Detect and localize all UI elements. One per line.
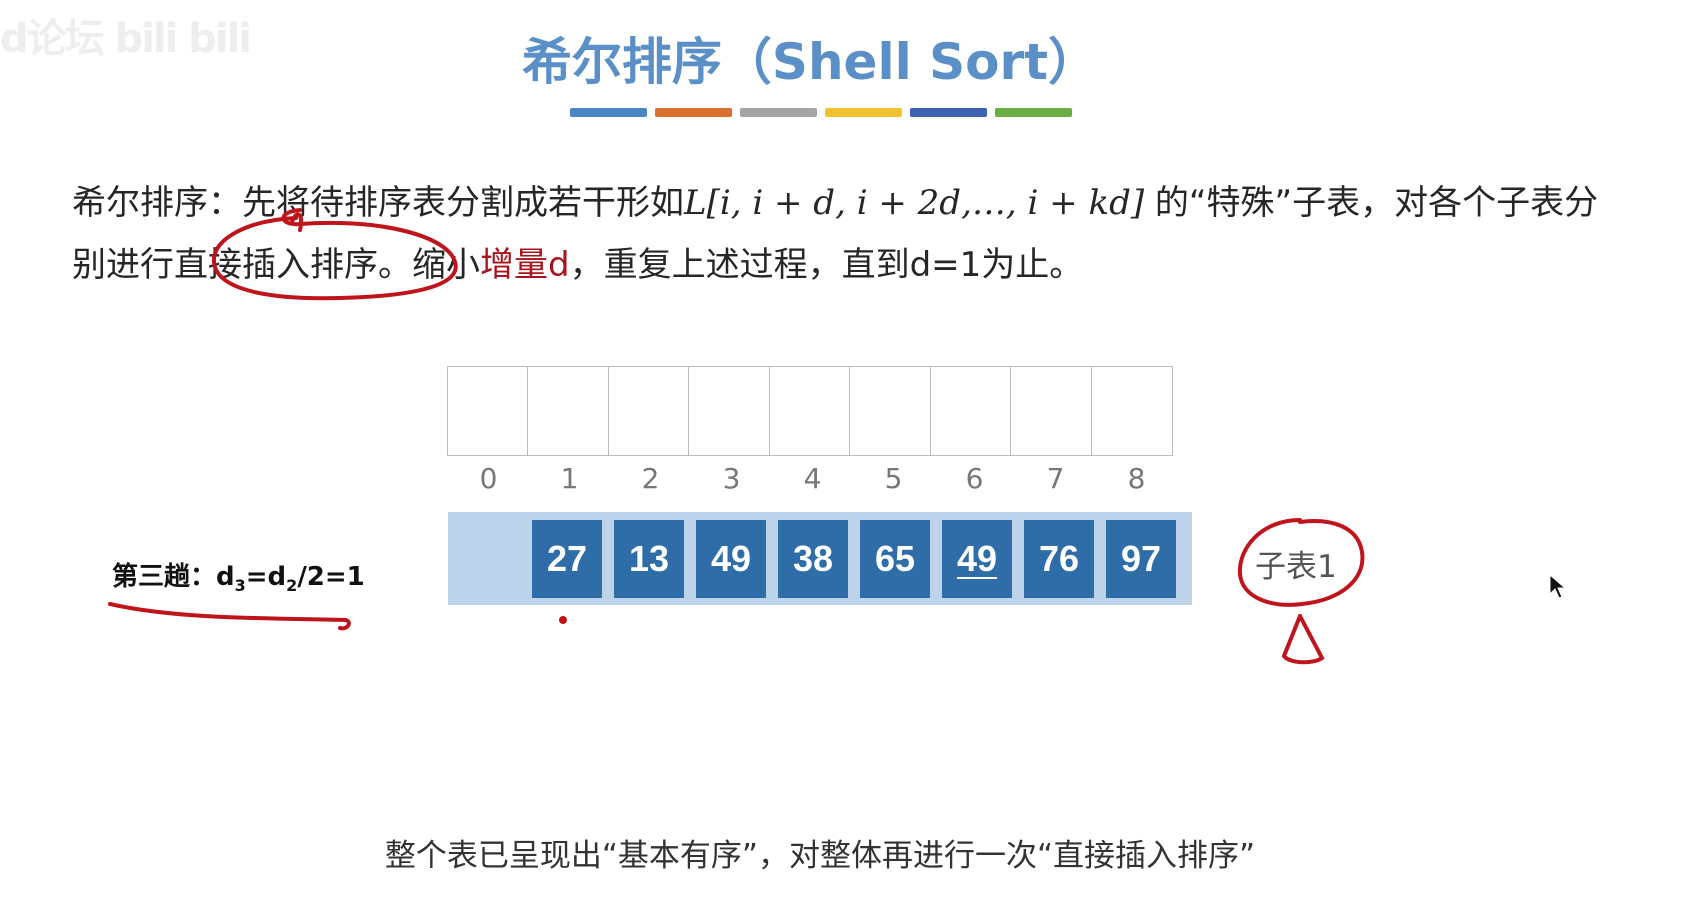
ellipse-annotation (1237, 518, 1365, 607)
circle-annotation (211, 208, 458, 301)
mouse-cursor-icon (1549, 574, 1567, 599)
dot-annotation (559, 616, 567, 624)
triangle-annotation (1281, 614, 1325, 665)
handwritten-annotations (108, 208, 1365, 665)
underline-annotation (108, 602, 351, 631)
